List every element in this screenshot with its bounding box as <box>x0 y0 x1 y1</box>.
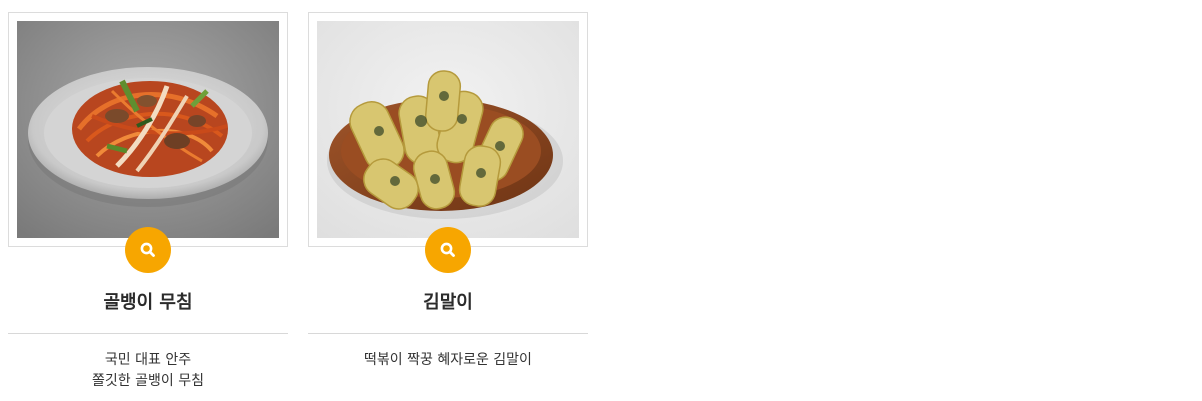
description-line: 쫄깃한 골뱅이 무침 <box>92 373 204 389</box>
zoom-button[interactable] <box>425 227 471 273</box>
product-image-frame[interactable] <box>8 12 288 247</box>
product-image-frame[interactable] <box>308 12 588 247</box>
description-line: 떡볶이 짝꿍 혜자로운 김말이 <box>364 352 532 368</box>
product-card-golbaengi: 골뱅이 무침 국민 대표 안주 쫄깃한 골뱅이 무침 <box>8 12 288 392</box>
product-description: 국민 대표 안주 쫄깃한 골뱅이 무침 <box>8 350 288 392</box>
product-image[interactable] <box>317 21 579 238</box>
zoom-button[interactable] <box>125 227 171 273</box>
description-line: 국민 대표 안주 <box>104 352 192 368</box>
whelk-salad-illustration <box>17 21 279 238</box>
product-grid: 골뱅이 무침 국민 대표 안주 쫄깃한 골뱅이 무침 김말이 떡볶이 짝꿍 혜자… <box>8 12 588 392</box>
product-title[interactable]: 골뱅이 무침 <box>8 291 288 315</box>
product-card-gimmari: 김말이 떡볶이 짝꿍 혜자로운 김말이 <box>308 12 588 392</box>
product-title[interactable]: 김말이 <box>308 291 588 315</box>
divider <box>308 333 588 334</box>
magnifier-icon <box>440 242 455 257</box>
seaweed-roll-illustration <box>317 21 579 238</box>
product-description: 떡볶이 짝꿍 혜자로운 김말이 <box>308 350 588 371</box>
product-image[interactable] <box>17 21 279 238</box>
divider <box>8 333 288 334</box>
magnifier-icon <box>140 242 155 257</box>
